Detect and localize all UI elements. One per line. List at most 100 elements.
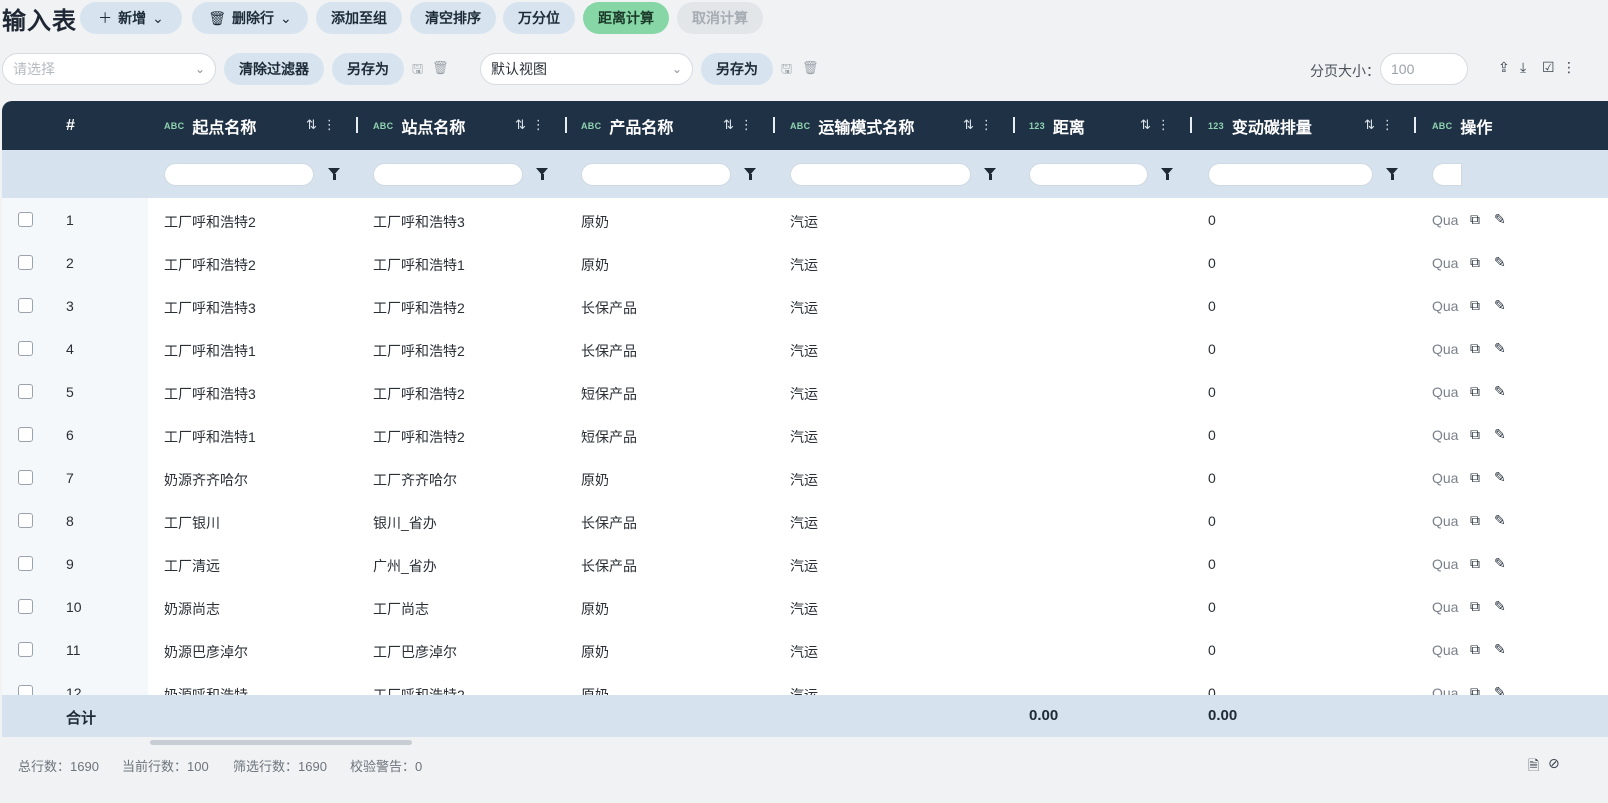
- filter-icon[interactable]: [1161, 168, 1173, 180]
- emission-cell[interactable]: 0: [1208, 556, 1216, 572]
- filter-icon[interactable]: [536, 168, 548, 180]
- origin-cell[interactable]: 奶源尚志: [164, 599, 220, 619]
- table-row[interactable]: 10 奶源尚志 工厂尚志 原奶 汽运 0 Qua ⧉ ✎: [2, 585, 1608, 628]
- table-row[interactable]: 7 奶源齐齐哈尔 工厂齐齐哈尔 原奶 汽运 0 Qua ⧉ ✎: [2, 456, 1608, 499]
- station-cell[interactable]: 工厂齐齐哈尔: [373, 470, 457, 490]
- row-checkbox[interactable]: [18, 212, 33, 227]
- station-cell[interactable]: 工厂呼和浩特2: [373, 298, 465, 318]
- column-header-emission[interactable]: 123 变动碳排量: [1208, 101, 1312, 150]
- mode-cell[interactable]: 汽运: [790, 298, 818, 318]
- copy-icon[interactable]: ⧉: [1470, 383, 1480, 400]
- row-checkbox[interactable]: [18, 255, 33, 270]
- horizontal-scrollbar[interactable]: [150, 740, 412, 745]
- edit-icon[interactable]: ✎: [1494, 684, 1506, 695]
- more-icon[interactable]: ⋮: [1562, 59, 1576, 76]
- sort-icon[interactable]: ⇅⋮: [723, 117, 759, 133]
- edit-icon[interactable]: ✎: [1494, 426, 1506, 443]
- station-filter-input[interactable]: [373, 163, 523, 186]
- copy-icon[interactable]: ⧉: [1470, 340, 1480, 357]
- row-checkbox[interactable]: [18, 298, 33, 313]
- mode-cell[interactable]: 汽运: [790, 255, 818, 275]
- edit-icon[interactable]: ✎: [1494, 555, 1506, 572]
- emission-cell[interactable]: 0: [1208, 685, 1216, 695]
- edit-icon[interactable]: ✎: [1494, 383, 1506, 400]
- trash-icon[interactable]: 🗑: [802, 60, 819, 76]
- origin-cell[interactable]: 工厂呼和浩特1: [164, 341, 256, 361]
- mode-filter-input[interactable]: [790, 163, 971, 186]
- extra-cell[interactable]: Qua: [1432, 212, 1459, 228]
- row-checkbox[interactable]: [18, 599, 33, 614]
- extra-cell[interactable]: Qua: [1432, 298, 1459, 314]
- table-row[interactable]: 3 工厂呼和浩特3 工厂呼和浩特2 长保产品 汽运 0 Qua ⧉ ✎: [2, 284, 1608, 327]
- origin-cell[interactable]: 奶源呼和浩特: [164, 685, 248, 695]
- row-checkbox[interactable]: [18, 685, 33, 695]
- column-header-station[interactable]: ABC 站点名称: [373, 101, 465, 150]
- copy-icon[interactable]: ⧉: [1470, 426, 1480, 443]
- edit-icon[interactable]: ✎: [1494, 641, 1506, 658]
- station-cell[interactable]: 工厂巴彦淖尔: [373, 642, 457, 662]
- edit-icon[interactable]: ✎: [1494, 340, 1506, 357]
- extra-cell[interactable]: Qua: [1432, 685, 1459, 695]
- distance-calc-button[interactable]: 距离计算: [583, 2, 669, 34]
- table-row[interactable]: 8 工厂银川 银川_省办 长保产品 汽运 0 Qua ⧉ ✎: [2, 499, 1608, 542]
- column-resize-handle[interactable]: [773, 117, 775, 133]
- distance-filter-input[interactable]: [1029, 163, 1148, 186]
- table-row[interactable]: 2 工厂呼和浩特2 工厂呼和浩特1 原奶 汽运 0 Qua ⧉ ✎: [2, 241, 1608, 284]
- origin-cell[interactable]: 工厂呼和浩特3: [164, 298, 256, 318]
- product-cell[interactable]: 长保产品: [581, 341, 637, 361]
- station-cell[interactable]: 工厂呼和浩特2: [373, 384, 465, 404]
- copy-icon[interactable]: ⧉: [1470, 598, 1480, 615]
- extra-cell[interactable]: Qua: [1432, 470, 1459, 486]
- row-checkbox[interactable]: [18, 427, 33, 442]
- column-resize-handle[interactable]: [565, 117, 567, 133]
- origin-cell[interactable]: 工厂呼和浩特3: [164, 384, 256, 404]
- download-icon[interactable]: ⤓: [1520, 59, 1526, 76]
- clear-sort-button[interactable]: 清空排序: [410, 2, 496, 34]
- percentile-button[interactable]: 万分位: [503, 2, 575, 34]
- extra-cell[interactable]: Qua: [1432, 384, 1459, 400]
- column-resize-handle[interactable]: [1013, 117, 1015, 133]
- sort-icon[interactable]: ⇅⋮: [306, 117, 342, 133]
- station-cell[interactable]: 广州_省办: [373, 556, 437, 576]
- table-row[interactable]: 1 工厂呼和浩特2 工厂呼和浩特3 原奶 汽运 0 Qua ⧉ ✎: [2, 198, 1608, 241]
- row-checkbox[interactable]: [18, 513, 33, 528]
- edit-icon[interactable]: ✎: [1494, 512, 1506, 529]
- column-resize-handle[interactable]: [356, 117, 358, 133]
- copy-icon[interactable]: ⧉: [1470, 469, 1480, 486]
- copy-icon[interactable]: ⧉: [1470, 641, 1480, 658]
- edit-icon[interactable]: ✎: [1494, 297, 1506, 314]
- product-cell[interactable]: 短保产品: [581, 427, 637, 447]
- mode-cell[interactable]: 汽运: [790, 341, 818, 361]
- table-row[interactable]: 4 工厂呼和浩特1 工厂呼和浩特2 长保产品 汽运 0 Qua ⧉ ✎: [2, 327, 1608, 370]
- hide-icon[interactable]: ⊘: [1548, 755, 1560, 772]
- sort-icon[interactable]: ⇅⋮: [963, 117, 999, 133]
- checkbox-icon[interactable]: ☑: [1542, 59, 1555, 76]
- origin-filter-input[interactable]: [164, 163, 314, 186]
- extra-cell[interactable]: Qua: [1432, 341, 1459, 357]
- delete-rows-button[interactable]: 🗑 删除行 ⌄: [192, 2, 308, 34]
- row-checkbox[interactable]: [18, 642, 33, 657]
- product-cell[interactable]: 原奶: [581, 470, 609, 490]
- product-cell[interactable]: 短保产品: [581, 384, 637, 404]
- row-checkbox[interactable]: [18, 384, 33, 399]
- emission-cell[interactable]: 0: [1208, 298, 1216, 314]
- extra-cell[interactable]: Qua: [1432, 599, 1459, 615]
- upload-icon[interactable]: ⇪: [1498, 59, 1510, 76]
- column-header-mode[interactable]: ABC 运输模式名称: [790, 101, 914, 150]
- emission-cell[interactable]: 0: [1208, 427, 1216, 443]
- product-cell[interactable]: 长保产品: [581, 513, 637, 533]
- edit-icon[interactable]: ✎: [1494, 254, 1506, 271]
- station-cell[interactable]: 工厂呼和浩特2: [373, 685, 465, 695]
- emission-cell[interactable]: 0: [1208, 212, 1216, 228]
- sort-icon[interactable]: ⇅⋮: [1364, 117, 1400, 133]
- column-header-origin[interactable]: ABC 起点名称: [164, 101, 256, 150]
- station-cell[interactable]: 工厂尚志: [373, 599, 429, 619]
- mode-cell[interactable]: 汽运: [790, 642, 818, 662]
- copy-icon[interactable]: ⧉: [1470, 254, 1480, 271]
- edit-icon[interactable]: ✎: [1494, 211, 1506, 228]
- add-button[interactable]: ＋ 新增 ⌄: [80, 2, 182, 34]
- mode-cell[interactable]: 汽运: [790, 384, 818, 404]
- product-filter-input[interactable]: [581, 163, 731, 186]
- report-icon[interactable]: 🗎: [1528, 755, 1539, 779]
- origin-cell[interactable]: 奶源齐齐哈尔: [164, 470, 248, 490]
